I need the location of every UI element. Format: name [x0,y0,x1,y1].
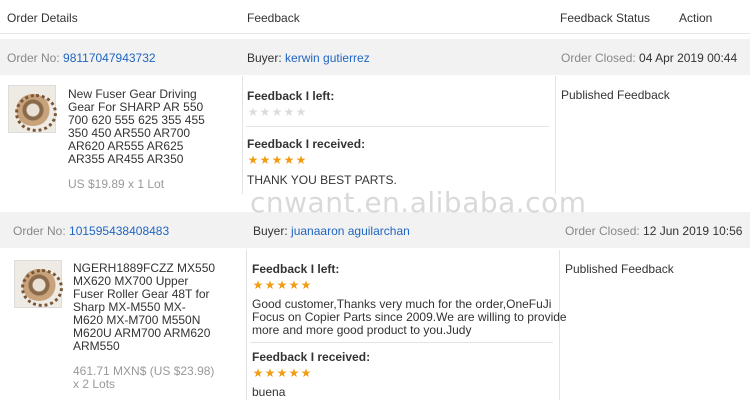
star-icon: ★ [264,366,276,380]
col-feedback-status: Feedback Status [560,11,651,25]
feedback-received-stars: ★★★★★ [252,367,312,379]
product-thumbnail[interactable] [14,260,63,308]
star-icon: ★ [247,153,259,167]
feedback-received-text: buena [252,385,286,399]
gear-image [15,94,57,132]
watermark: cnwant.en.alibaba.com [250,186,587,219]
product-price: 461.71 MXN$ (US $23.98) x 2 Lots [73,364,215,391]
feedback-left-stars: ★★★★★ [252,279,312,291]
star-icon: ★ [295,105,307,119]
feedback-left-label: Feedback I left: [252,262,340,276]
product-title-link[interactable]: New Fuser Gear Driving Gear For SHARP AR… [68,88,205,166]
divider [246,250,247,400]
star-icon: ★ [247,105,259,119]
col-order-details: Order Details [7,11,78,25]
gear-image [21,269,63,307]
product-price: US $19.89 x 1 Lot [68,177,165,191]
star-icon: ★ [295,153,307,167]
star-icon: ★ [288,278,300,292]
buyer: Buyer: kerwin gutierrez [247,51,370,65]
product-title-link[interactable]: NGERH1889FCZZ MX550 MX620 MX700 Upper Fu… [73,262,215,353]
order-number-link[interactable]: 98117047943732 [63,51,156,65]
divider [242,76,243,194]
feedback-received-stars: ★★★★★ [247,154,307,166]
order-closed: Order Closed: 12 Jun 2019 10:56 [565,224,743,238]
feedback-left-stars: ★★★★★ [247,106,307,118]
star-icon: ★ [283,153,295,167]
buyer-link[interactable]: juanaaron aguilarchan [291,224,410,238]
divider [246,126,549,127]
col-feedback: Feedback [247,11,300,25]
divider [555,76,556,194]
star-icon: ★ [259,153,271,167]
star-icon: ★ [271,153,283,167]
star-icon: ★ [264,278,276,292]
order-number: Order No: 101595438408483 [13,224,170,238]
star-icon: ★ [300,366,312,380]
feedback-status: Published Feedback [565,262,674,276]
star-icon: ★ [252,366,264,380]
star-icon: ★ [300,278,312,292]
buyer: Buyer: juanaaron aguilarchan [253,224,410,238]
star-icon: ★ [276,366,288,380]
divider [250,342,553,343]
product-thumbnail[interactable] [8,85,57,133]
star-icon: ★ [276,278,288,292]
feedback-status: Published Feedback [561,88,670,102]
table-header: Order Details Feedback Feedback Status A… [0,0,750,34]
col-action: Action [679,11,713,25]
star-icon: ★ [252,278,264,292]
order-bar: Order No: 98117047943732 Buyer: kerwin g… [0,39,750,75]
feedback-left-text: Good customer,Thanks very much for the o… [252,297,567,337]
order-closed: Order Closed: 04 Apr 2019 00:44 [561,51,738,65]
star-icon: ★ [283,105,295,119]
star-icon: ★ [288,366,300,380]
feedback-received-label: Feedback I received: [252,350,371,364]
feedback-left-label: Feedback I left: [247,89,335,103]
star-icon: ★ [271,105,283,119]
buyer-link[interactable]: kerwin gutierrez [285,51,370,65]
feedback-received-label: Feedback I received: [247,137,366,151]
order-number: Order No: 98117047943732 [7,51,156,65]
star-icon: ★ [259,105,271,119]
order-number-link[interactable]: 101595438408483 [69,224,169,238]
